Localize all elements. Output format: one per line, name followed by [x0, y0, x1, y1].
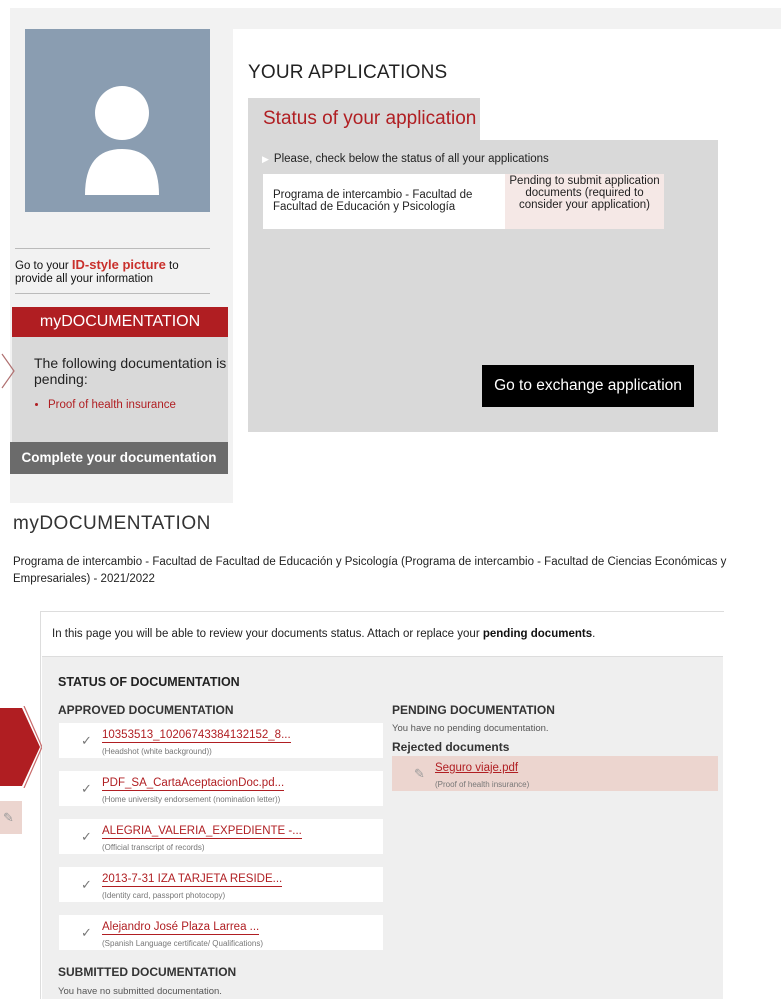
chevron-right-icon — [1, 353, 15, 389]
complete-documentation-button[interactable]: Complete your documentation — [10, 442, 228, 474]
id-picture-prompt: Go to your ID-style picture to provide a… — [15, 248, 210, 294]
pending-text: The following documentation is pending: — [34, 355, 227, 387]
program-description: Programa de intercambio - Facultad de Fa… — [13, 556, 727, 585]
intro-bold: pending documents — [482, 628, 593, 640]
approved-document-link[interactable]: 2013-7-31 IZA TARJETA RESIDE... — [102, 873, 283, 887]
approved-document-link[interactable]: Alejandro José Plaza Larrea ... — [102, 921, 260, 935]
id-picture-prefix: Go to your — [15, 260, 72, 272]
go-to-exchange-application-button[interactable]: Go to exchange application — [482, 365, 694, 407]
pending-heading: PENDING DOCUMENTATION — [392, 703, 555, 717]
tab-status-of-application[interactable]: Status of your application — [248, 98, 480, 140]
rejected-document-icon: ✎ — [3, 810, 14, 825]
rejected-heading: Rejected documents — [392, 740, 510, 754]
check-document-icon: ✓ — [81, 829, 92, 844]
check-document-icon: ✓ — [81, 877, 92, 892]
id-picture-link[interactable]: ID-style picture — [72, 257, 166, 272]
check-document-icon: ✓ — [81, 781, 92, 796]
approved-document-desc: (Headshot (white background)) — [102, 747, 212, 756]
approved-document-desc: (Official transcript of records) — [102, 843, 205, 852]
rejected-document-item: ✎ Seguro viaje.pdf (Proof of health insu… — [392, 756, 718, 791]
no-pending-text: You have no pending documentation. — [392, 723, 549, 734]
check-instruction-text: Please, check below the status of all yo… — [273, 153, 549, 165]
application-program: Programa de intercambio - Facultad de Fa… — [263, 174, 505, 229]
partial-document-item: ✎ — [0, 801, 22, 834]
approved-document-link[interactable]: PDF_SA_CartaAceptacionDoc.pd... — [102, 777, 285, 791]
check-instruction: ▶ Please, check below the status of all y… — [262, 153, 549, 165]
arrow-right-icon — [0, 706, 42, 788]
intro-prefix: In this page you will be able to review … — [52, 628, 483, 640]
triangle-bullet-icon: ▶ — [262, 154, 269, 164]
approved-document-item: ✓ ALEGRIA_VALERIA_EXPEDIENTE -... (Offic… — [59, 819, 383, 854]
check-document-icon: ✓ — [81, 733, 92, 748]
applications-title: YOUR APPLICATIONS — [248, 62, 448, 83]
rejected-document-icon: ✎ — [414, 766, 425, 781]
check-document-icon: ✓ — [81, 925, 92, 940]
mydocumentation-box: The following documentation is pending: … — [12, 337, 228, 442]
documentation-intro: In this page you will be able to review … — [52, 628, 595, 640]
approved-document-desc: (Home university endorsement (nomination… — [102, 795, 281, 804]
intro-suffix: . — [592, 628, 596, 640]
pending-item[interactable]: Proof of health insurance — [48, 399, 176, 411]
submitted-heading: SUBMITTED DOCUMENTATION — [58, 965, 237, 979]
approved-document-item: ✓ 10353513_10206743384132152_8... (Heads… — [59, 723, 383, 758]
approved-document-item: ✓ 2013-7-31 IZA TARJETA RESIDE... (Ident… — [59, 867, 383, 902]
rejected-document-desc: (Proof of health insurance) — [435, 780, 530, 789]
approved-heading: APPROVED DOCUMENTATION — [58, 703, 234, 717]
no-submitted-text: You have no submitted documentation. — [58, 986, 222, 997]
user-silhouette-icon — [85, 86, 159, 195]
approved-document-link[interactable]: 10353513_10206743384132152_8... — [102, 729, 291, 743]
pending-list: Proof of health insurance — [34, 399, 176, 411]
approved-document-item: ✓ PDF_SA_CartaAceptacionDoc.pd... (Home … — [59, 771, 383, 806]
application-status: Pending to submit application documents … — [505, 174, 664, 229]
rejected-document-link[interactable]: Seguro viaje.pdf — [435, 762, 518, 774]
avatar[interactable] — [25, 29, 210, 212]
documentation-title: myDOCUMENTATION — [13, 513, 211, 534]
status-heading: STATUS OF DOCUMENTATION — [58, 675, 240, 689]
approved-document-desc: (Identity card, passport photocopy) — [102, 891, 226, 900]
approved-document-desc: (Spanish Language certificate/ Qualifica… — [102, 939, 263, 948]
mydocumentation-header: myDOCUMENTATION — [12, 307, 228, 337]
approved-document-link[interactable]: ALEGRIA_VALERIA_EXPEDIENTE -... — [102, 825, 302, 839]
approved-document-item: ✓ Alejandro José Plaza Larrea ... (Spani… — [59, 915, 383, 950]
application-row[interactable]: Programa de intercambio - Facultad de Fa… — [263, 174, 664, 229]
